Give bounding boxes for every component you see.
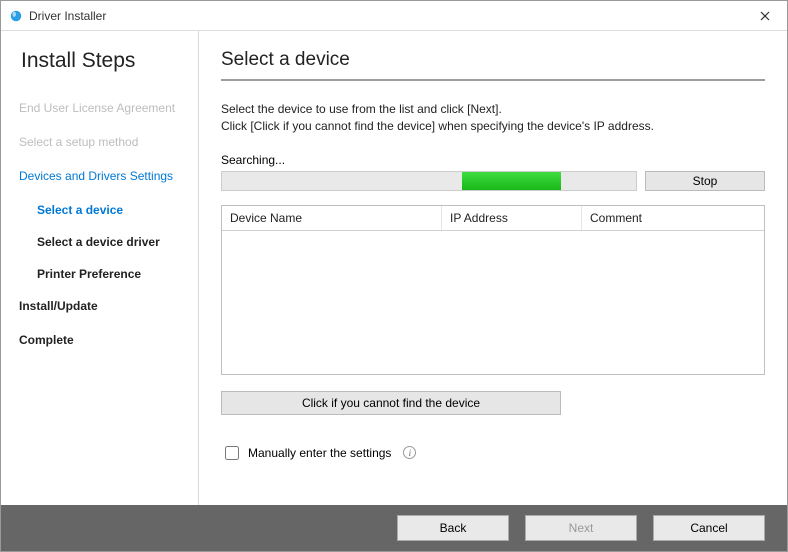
substep-printer-preference: Printer Preference xyxy=(37,267,184,281)
next-button: Next xyxy=(525,515,637,541)
device-table[interactable]: Device Name IP Address Comment xyxy=(221,205,765,375)
table-body xyxy=(222,231,764,374)
column-device-name[interactable]: Device Name xyxy=(222,206,442,230)
step-complete: Complete xyxy=(19,333,184,347)
instructions: Select the device to use from the list a… xyxy=(221,101,765,135)
substep-select-driver: Select a device driver xyxy=(37,235,184,249)
search-progress-bar xyxy=(221,171,637,191)
instruction-line-2: Click [Click if you cannot find the devi… xyxy=(221,118,765,135)
main-panel: Select a device Select the device to use… xyxy=(199,31,787,505)
manual-settings-label[interactable]: Manually enter the settings xyxy=(248,446,391,460)
cancel-button[interactable]: Cancel xyxy=(653,515,765,541)
cannot-find-device-button[interactable]: Click if you cannot find the device xyxy=(221,391,561,415)
manual-settings-row: Manually enter the settings i xyxy=(221,443,765,463)
app-icon xyxy=(9,9,23,23)
step-devices-drivers: Devices and Drivers Settings xyxy=(19,169,184,183)
footer: Back Next Cancel xyxy=(1,505,787,551)
column-ip-address[interactable]: IP Address xyxy=(442,206,582,230)
page-title: Select a device xyxy=(221,49,765,71)
step-setup-method: Select a setup method xyxy=(19,135,184,149)
instruction-line-1: Select the device to use from the list a… xyxy=(221,101,765,118)
sidebar-heading: Install Steps xyxy=(21,49,184,73)
table-header: Device Name IP Address Comment xyxy=(222,206,764,231)
substep-select-device: Select a device xyxy=(37,203,184,217)
progress-indicator xyxy=(462,172,561,190)
searching-label: Searching... xyxy=(221,153,765,167)
step-eula: End User License Agreement xyxy=(19,101,184,115)
close-button[interactable] xyxy=(749,5,781,27)
manual-settings-checkbox[interactable] xyxy=(225,446,239,460)
stop-button[interactable]: Stop xyxy=(645,171,765,191)
back-button[interactable]: Back xyxy=(397,515,509,541)
window-title: Driver Installer xyxy=(29,9,106,23)
step-install-update: Install/Update xyxy=(19,299,184,313)
titlebar: Driver Installer xyxy=(1,1,787,31)
column-comment[interactable]: Comment xyxy=(582,206,764,230)
title-divider xyxy=(221,79,765,81)
sidebar: Install Steps End User License Agreement… xyxy=(1,31,199,505)
info-icon[interactable]: i xyxy=(403,446,416,459)
